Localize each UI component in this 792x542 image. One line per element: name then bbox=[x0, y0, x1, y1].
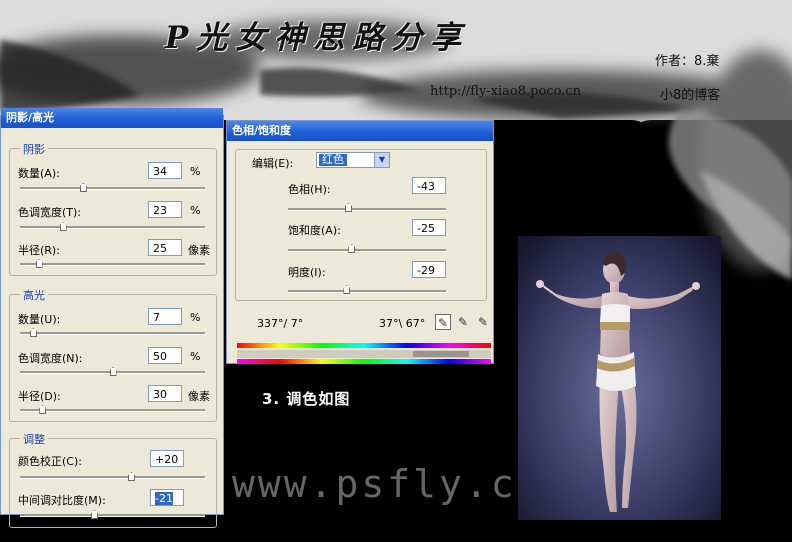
highlight-amount-thumb[interactable] bbox=[29, 328, 37, 337]
dialog-title: 阴影/高光 bbox=[1, 108, 223, 128]
saturation-slider[interactable] bbox=[288, 249, 446, 252]
lightness-thumb[interactable] bbox=[343, 285, 351, 294]
hue-spectrum-top bbox=[237, 343, 491, 348]
page-title: P光女神思路分享 bbox=[165, 20, 470, 56]
highlights-caption: 高光 bbox=[20, 287, 48, 303]
midtone-contrast-field[interactable]: -21 bbox=[150, 489, 184, 506]
adjustments-caption: 调整 bbox=[20, 431, 48, 447]
highlight-radius-field[interactable]: 30 bbox=[148, 385, 182, 402]
highlight-radius-slider[interactable] bbox=[20, 409, 205, 412]
shadow-tonal-width-unit: % bbox=[190, 204, 201, 217]
highlight-radius-thumb[interactable] bbox=[39, 405, 47, 414]
hue-slider[interactable] bbox=[288, 208, 446, 211]
color-correction-field[interactable]: +20 bbox=[150, 450, 184, 467]
highlight-amount-label: 数量(U): bbox=[18, 313, 61, 326]
shadow-tonal-width-slider[interactable] bbox=[20, 226, 205, 229]
dialog-title: 色相/饱和度 bbox=[227, 121, 493, 141]
lightness-slider[interactable] bbox=[288, 290, 446, 293]
highlight-tonal-width-field[interactable]: 50 bbox=[148, 347, 182, 364]
shadow-amount-slider[interactable] bbox=[20, 187, 205, 190]
shadow-amount-unit: % bbox=[190, 165, 201, 178]
highlight-radius-label: 半径(D): bbox=[18, 390, 61, 403]
hue-thumb[interactable] bbox=[345, 203, 353, 212]
shadow-radius-label: 半径(R): bbox=[18, 244, 60, 257]
hue-saturation-dialog: 色相/饱和度 编辑(E): 红色 ▼ 色相(H): -43 饱和度(A): -2… bbox=[226, 120, 494, 364]
saturation-thumb[interactable] bbox=[348, 244, 356, 253]
midtone-contrast-thumb[interactable] bbox=[91, 510, 98, 519]
highlight-tonal-width-label: 色调宽度(N): bbox=[18, 352, 83, 365]
chevron-down-icon[interactable]: ▼ bbox=[374, 153, 389, 167]
blog-name: 小8的博客 bbox=[660, 88, 721, 103]
edit-label: 编辑(E): bbox=[252, 157, 294, 170]
midtone-contrast-label: 中间调对比度(M): bbox=[18, 494, 106, 507]
edit-channel-select[interactable]: 红色 ▼ bbox=[316, 152, 390, 168]
color-correction-thumb[interactable] bbox=[128, 472, 135, 481]
shadow-amount-label: 数量(A): bbox=[18, 167, 60, 180]
midtone-contrast-value: -21 bbox=[155, 492, 173, 505]
adjustments-group: 调整 颜色校正(C): +20 中间调对比度(M): -21 bbox=[9, 431, 217, 528]
step-caption: 3. 调色如图 bbox=[262, 390, 351, 408]
midtone-contrast-slider[interactable] bbox=[20, 514, 205, 517]
range-left-readout: 337°/ 7° bbox=[257, 317, 304, 330]
edit-channel-value: 红色 bbox=[319, 154, 347, 166]
shadow-tonal-width-field[interactable]: 23 bbox=[148, 201, 182, 218]
hue-range-band bbox=[413, 351, 469, 357]
lightness-field[interactable]: -29 bbox=[412, 261, 446, 278]
shadows-caption: 阴影 bbox=[20, 141, 48, 157]
author-credit: 作者：8.棄 bbox=[655, 54, 720, 69]
highlights-group: 高光 数量(U): 7 % 色调宽度(N): 50 % 半径(D): 30 像素 bbox=[9, 287, 217, 422]
shadow-radius-slider[interactable] bbox=[20, 263, 205, 266]
saturation-field[interactable]: -25 bbox=[412, 219, 446, 236]
shadow-tonal-width-label: 色调宽度(T): bbox=[18, 206, 82, 219]
eyedropper-icon[interactable]: ✎ bbox=[435, 314, 451, 330]
color-correction-label: 颜色校正(C): bbox=[18, 455, 82, 468]
hue-label: 色相(H): bbox=[288, 183, 331, 196]
shadow-tonal-width-thumb[interactable] bbox=[59, 222, 67, 231]
shadow-amount-thumb[interactable] bbox=[79, 183, 87, 192]
shadow-radius-unit: 像素 bbox=[188, 244, 210, 257]
highlight-amount-slider[interactable] bbox=[20, 332, 205, 335]
shadow-amount-field[interactable]: 34 bbox=[148, 162, 182, 179]
highlight-tonal-width-unit: % bbox=[190, 350, 201, 363]
highlight-radius-unit: 像素 bbox=[188, 390, 210, 403]
shadow-radius-thumb[interactable] bbox=[35, 259, 43, 268]
blog-url[interactable]: http://fly-xiao8.poco.cn bbox=[430, 84, 581, 99]
eyedropper-minus-icon[interactable]: ✎ bbox=[475, 314, 491, 330]
saturation-label: 饱和度(A): bbox=[288, 224, 341, 237]
color-correction-slider[interactable] bbox=[20, 476, 205, 479]
shadow-highlight-dialog: 阴影/高光 阴影 数量(A): 34 % 色调宽度(T): 23 % 半径(R)… bbox=[0, 108, 224, 528]
photo-goddess bbox=[518, 236, 721, 520]
range-right-readout: 37°\ 67° bbox=[379, 317, 426, 330]
shadow-radius-field[interactable]: 25 bbox=[148, 239, 182, 256]
hue-field[interactable]: -43 bbox=[412, 177, 446, 194]
lightness-label: 明度(I): bbox=[288, 266, 326, 279]
eyedropper-plus-icon[interactable]: ✎ bbox=[455, 314, 471, 330]
highlight-amount-unit: % bbox=[190, 311, 201, 324]
shadows-group: 阴影 数量(A): 34 % 色调宽度(T): 23 % 半径(R): 25 像… bbox=[9, 141, 217, 276]
highlight-amount-field[interactable]: 7 bbox=[148, 308, 182, 325]
hue-spectrum-bottom bbox=[237, 359, 491, 364]
highlight-tonal-width-thumb[interactable] bbox=[109, 367, 117, 376]
edit-group: 编辑(E): 红色 ▼ 色相(H): -43 饱和度(A): -25 明度(I)… bbox=[235, 149, 487, 301]
hue-range-slider[interactable] bbox=[237, 350, 491, 358]
